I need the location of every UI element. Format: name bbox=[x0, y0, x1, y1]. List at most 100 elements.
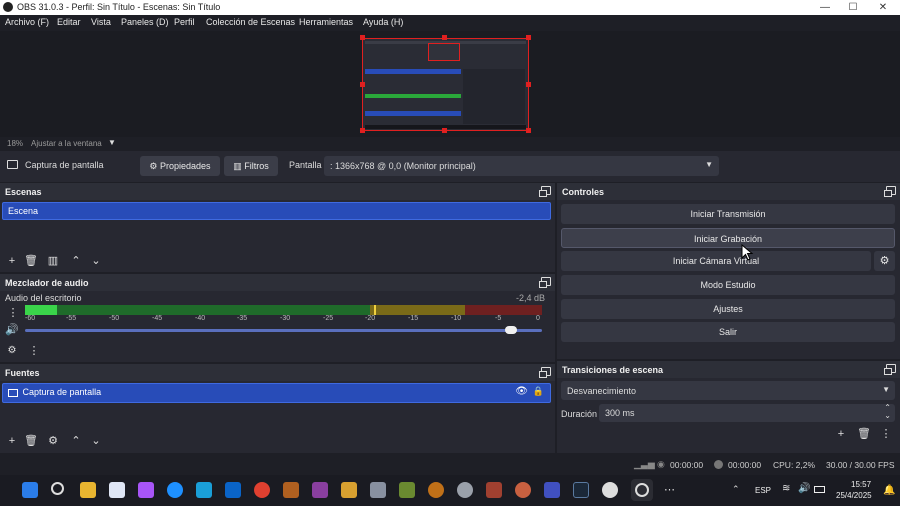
menu-herramientas[interactable]: Herramientas bbox=[299, 17, 353, 27]
start-record-button[interactable]: Iniciar Grabación bbox=[561, 228, 895, 248]
game-icon[interactable] bbox=[602, 482, 618, 498]
trash-icon[interactable]: 🗑 bbox=[857, 427, 871, 441]
game-icon[interactable] bbox=[486, 482, 502, 498]
trash-icon[interactable]: 🗑 bbox=[24, 254, 38, 268]
arrow-down-icon[interactable]: ⌄ bbox=[89, 254, 103, 268]
menu-coleccion-escenas[interactable]: Colección de Escenas bbox=[206, 17, 295, 27]
menu-paneles[interactable]: Paneles (D) bbox=[121, 17, 169, 27]
start-stream-button[interactable]: Iniciar Transmisión bbox=[561, 204, 895, 224]
arrow-down-icon[interactable]: ⌄ bbox=[89, 434, 103, 448]
wifi-icon[interactable]: ≋ bbox=[782, 483, 790, 494]
game-icon[interactable] bbox=[515, 482, 531, 498]
menu-archivo[interactable]: Archivo (F) bbox=[5, 17, 49, 27]
virtual-cam-button[interactable]: Iniciar Cámara Virtual bbox=[561, 251, 871, 271]
file-explorer-icon[interactable] bbox=[80, 482, 96, 498]
float-dock-icon[interactable] bbox=[884, 364, 896, 375]
transition-select[interactable]: Desvanecimiento ▼ bbox=[561, 381, 895, 400]
chevron-down-icon[interactable]: ▼ bbox=[108, 138, 116, 147]
search-icon[interactable] bbox=[51, 482, 64, 495]
resize-handle[interactable] bbox=[526, 82, 531, 87]
float-dock-icon[interactable] bbox=[884, 186, 896, 197]
game-icon[interactable] bbox=[370, 482, 386, 498]
screen-select[interactable]: : 1366x768 @ 0,0 (Monitor principal) ▼ bbox=[324, 156, 719, 176]
menu-vista[interactable]: Vista bbox=[91, 17, 111, 27]
more-vertical-icon[interactable]: ⋮ bbox=[879, 427, 893, 441]
scene-item[interactable]: Escena bbox=[2, 202, 551, 220]
gear-icon[interactable]: ⚙ bbox=[874, 251, 895, 271]
zoom-mode[interactable]: Ajustar a la ventana bbox=[31, 139, 102, 148]
chevron-down-icon[interactable]: ⌄ bbox=[884, 411, 891, 420]
add-icon[interactable]: + bbox=[5, 434, 19, 448]
filter-icon[interactable]: ▥ bbox=[46, 254, 60, 268]
stream-icon: ◉ bbox=[657, 459, 665, 469]
more-vertical-icon[interactable]: ⋮ bbox=[27, 344, 41, 358]
language-indicator[interactable]: ESP bbox=[755, 486, 771, 495]
studio-mode-button[interactable]: Modo Estudio bbox=[561, 275, 895, 295]
browser-icon[interactable] bbox=[167, 482, 183, 498]
resize-handle[interactable] bbox=[360, 82, 365, 87]
minimize-button[interactable]: — bbox=[810, 0, 840, 15]
volume-slider[interactable] bbox=[25, 326, 542, 334]
resize-handle[interactable] bbox=[526, 35, 531, 40]
duration-spinbox[interactable]: 300 ms ⌃ ⌄ bbox=[599, 403, 895, 422]
app-icon[interactable] bbox=[196, 482, 212, 498]
preview-area[interactable] bbox=[0, 31, 900, 137]
menu-perfil[interactable]: Perfil bbox=[174, 17, 195, 27]
resize-handle[interactable] bbox=[526, 128, 531, 133]
obs-taskbar-icon[interactable] bbox=[631, 479, 653, 501]
speaker-icon[interactable]: 🔊 bbox=[5, 323, 19, 337]
game-icon[interactable] bbox=[312, 482, 328, 498]
clock-date[interactable]: 25/4/2025 bbox=[836, 491, 872, 500]
monitor-icon bbox=[7, 160, 18, 169]
steam-icon[interactable] bbox=[573, 482, 589, 498]
battery-icon[interactable] bbox=[814, 486, 825, 493]
float-dock-icon[interactable] bbox=[539, 277, 551, 288]
windows-start-icon[interactable] bbox=[22, 482, 38, 498]
chevron-up-icon[interactable]: ⌃ bbox=[732, 484, 740, 495]
more-horizontal-icon[interactable]: ⋯ bbox=[664, 483, 675, 496]
title-bar: OBS 31.0.3 - Perfil: Sin Título - Escena… bbox=[0, 0, 900, 15]
stream-time: 00:00:00 bbox=[670, 460, 704, 470]
add-icon[interactable]: + bbox=[834, 427, 848, 441]
close-button[interactable]: ✕ bbox=[868, 0, 898, 15]
notification-bell-icon[interactable]: 🔔 bbox=[883, 485, 895, 496]
source-item[interactable]: Captura de pantalla 👁 🔒 bbox=[2, 383, 551, 403]
settings-button[interactable]: Ajustes bbox=[561, 299, 895, 319]
float-dock-icon[interactable] bbox=[539, 186, 551, 197]
gear-icon[interactable]: ⚙ bbox=[46, 434, 60, 448]
resize-handle[interactable] bbox=[442, 128, 447, 133]
game-icon[interactable] bbox=[341, 482, 357, 498]
gear-icon[interactable]: ⚙ bbox=[5, 344, 19, 358]
maximize-button[interactable]: ☐ bbox=[838, 0, 868, 15]
resize-handle[interactable] bbox=[360, 128, 365, 133]
exit-button[interactable]: Salir bbox=[561, 322, 895, 342]
filters-button[interactable]: ▥ Filtros bbox=[224, 156, 278, 176]
menu-ayuda[interactable]: Ayuda (H) bbox=[363, 17, 403, 27]
float-dock-icon[interactable] bbox=[539, 367, 551, 378]
store-icon[interactable] bbox=[109, 482, 125, 498]
eye-icon[interactable]: 👁 bbox=[515, 386, 528, 397]
game-icon[interactable] bbox=[399, 482, 415, 498]
chrome-icon[interactable] bbox=[254, 482, 270, 498]
lock-icon[interactable]: 🔒 bbox=[533, 386, 544, 397]
properties-button[interactable]: ⚙ Propiedades bbox=[140, 156, 220, 176]
menu-editar[interactable]: Editar bbox=[57, 17, 81, 27]
game-icon[interactable] bbox=[428, 482, 444, 498]
volume-slider-thumb[interactable] bbox=[505, 326, 517, 334]
game-icon[interactable] bbox=[283, 482, 299, 498]
preview-screen-capture[interactable] bbox=[362, 38, 529, 131]
resize-handle[interactable] bbox=[360, 35, 365, 40]
volume-icon[interactable]: 🔊 bbox=[798, 483, 810, 494]
game-icon[interactable] bbox=[457, 482, 473, 498]
arrow-up-icon[interactable]: ⌃ bbox=[69, 434, 83, 448]
scenes-dock: Escenas Escena + 🗑 ▥ ⌃ ⌄ bbox=[0, 183, 555, 272]
outlook-icon[interactable] bbox=[225, 482, 241, 498]
copilot-icon[interactable] bbox=[138, 482, 154, 498]
more-vertical-icon[interactable]: ⋮ bbox=[6, 306, 20, 320]
clock-time[interactable]: 15:57 bbox=[851, 480, 871, 489]
trash-icon[interactable]: 🗑 bbox=[24, 434, 38, 448]
game-icon[interactable] bbox=[544, 482, 560, 498]
arrow-up-icon[interactable]: ⌃ bbox=[69, 254, 83, 268]
resize-handle[interactable] bbox=[442, 35, 447, 40]
add-icon[interactable]: + bbox=[5, 254, 19, 268]
